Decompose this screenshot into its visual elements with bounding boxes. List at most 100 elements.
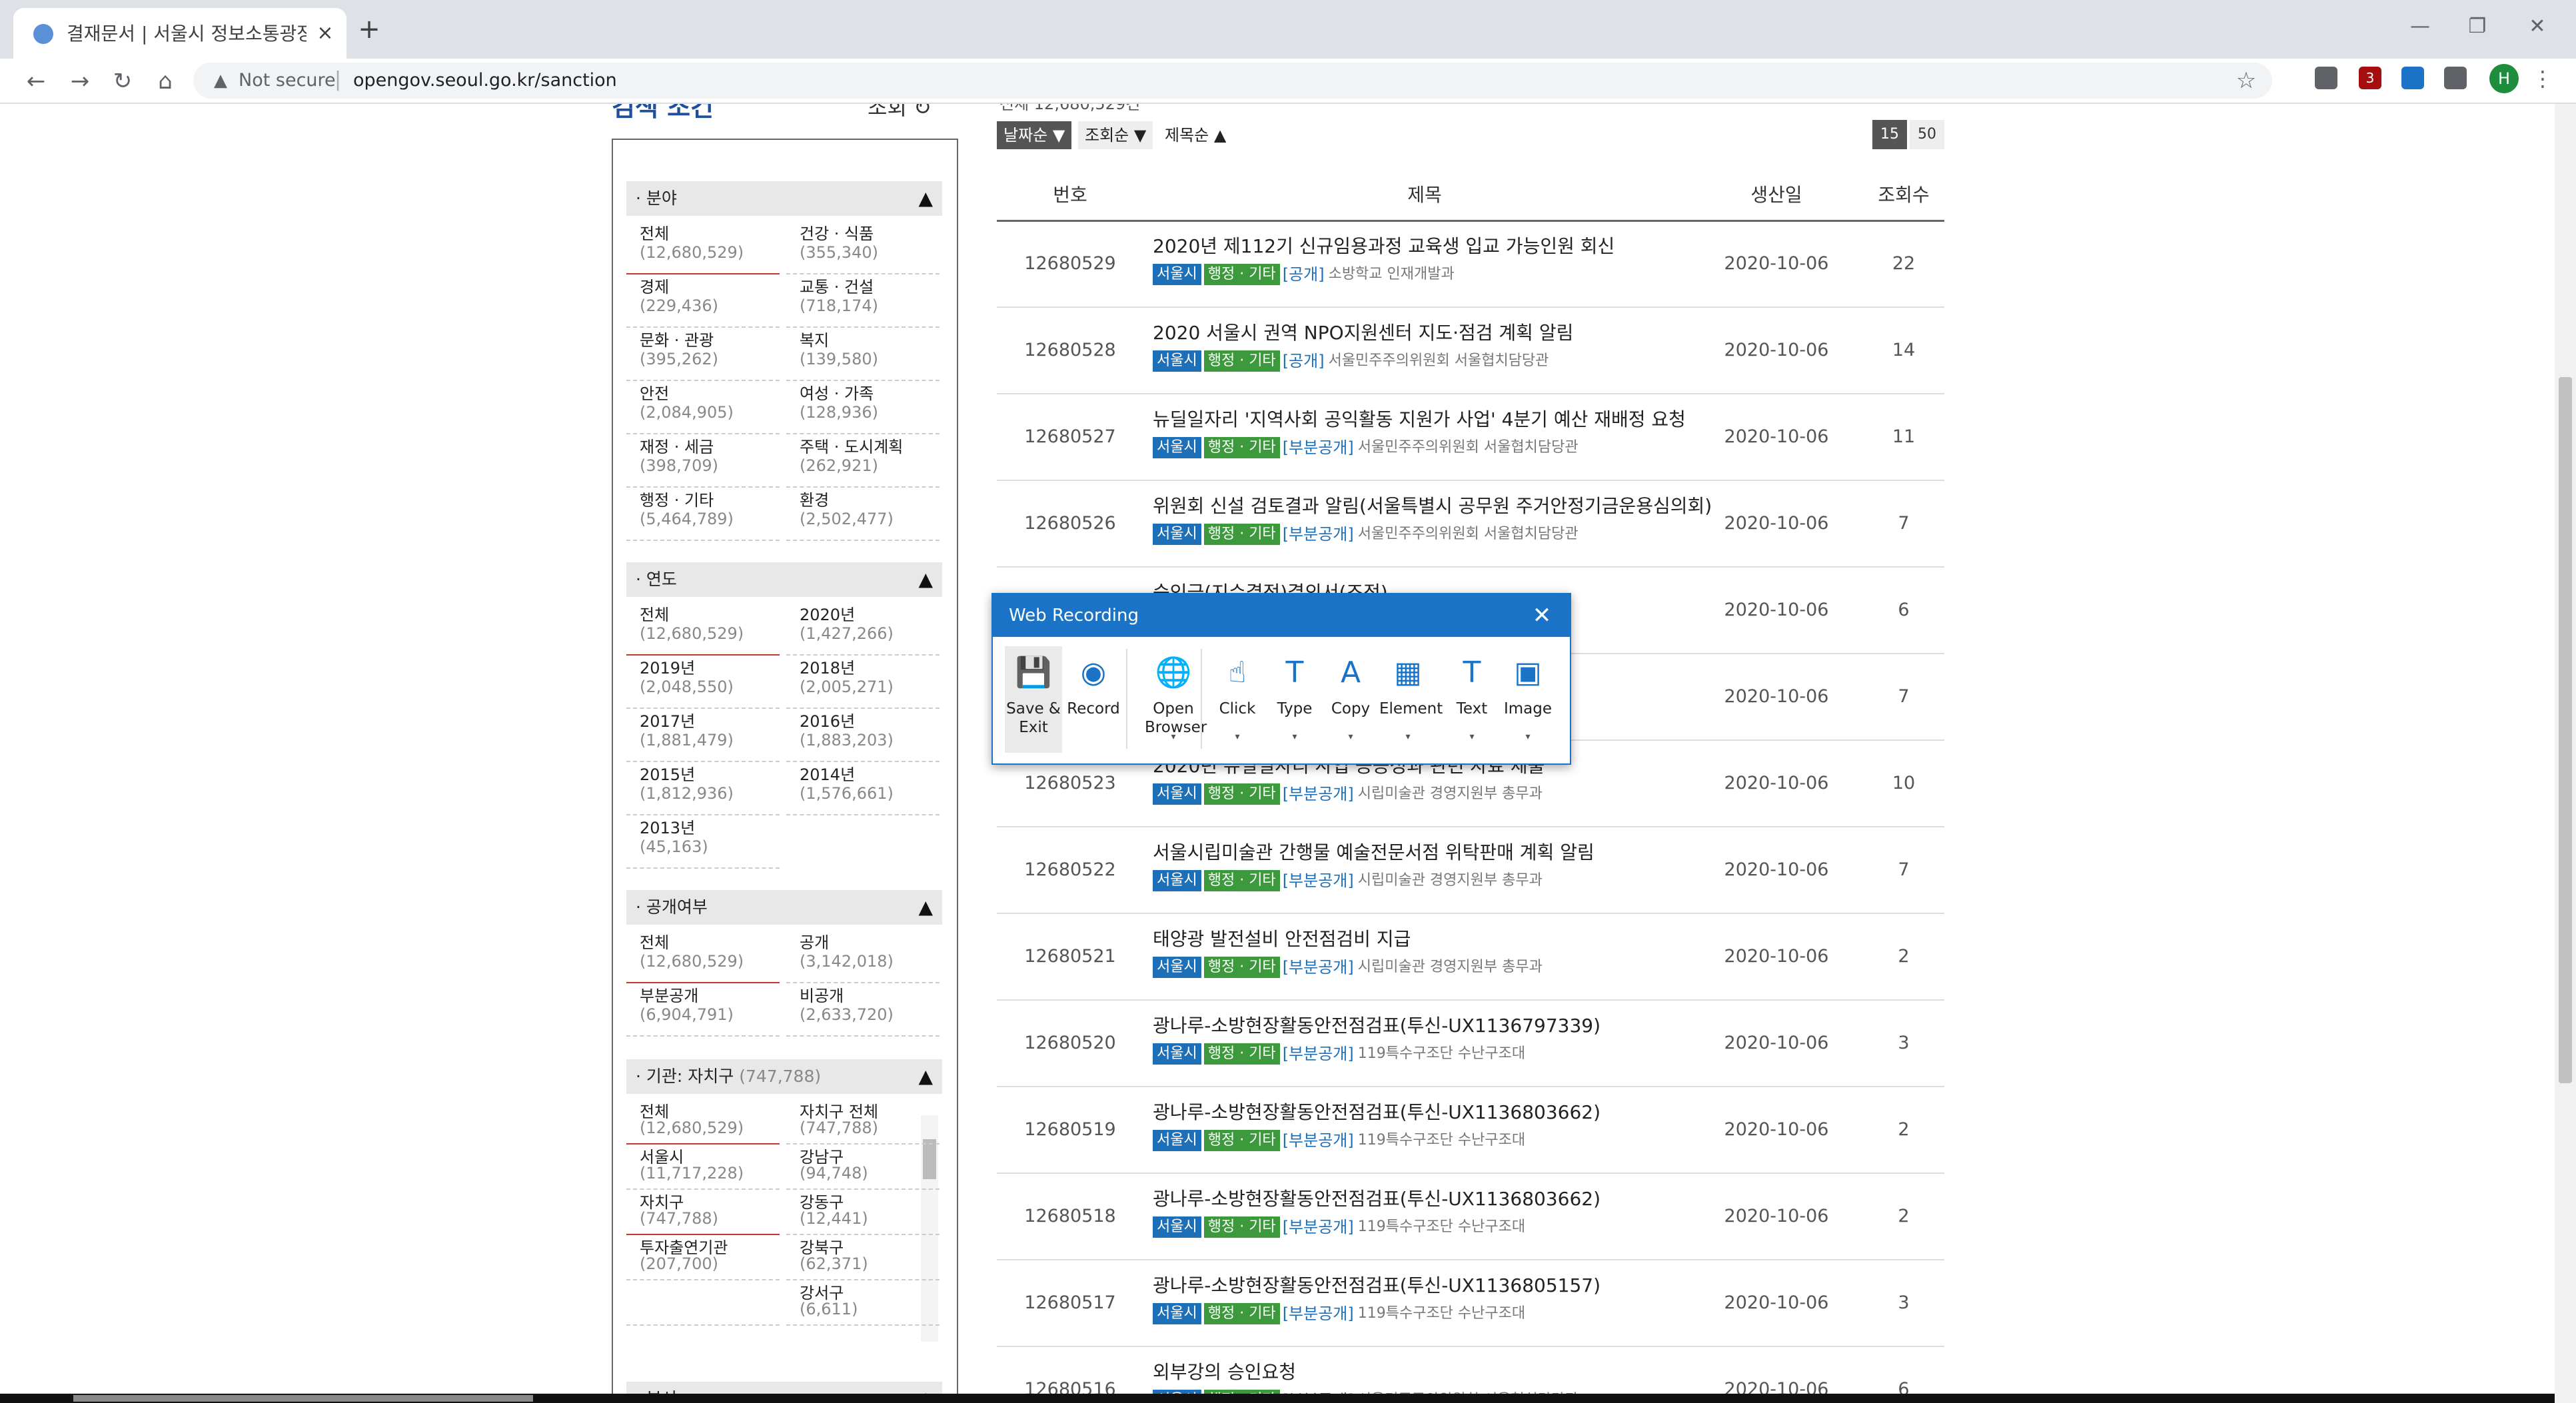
close-icon[interactable]: ✕: [1527, 601, 1557, 630]
filter-option[interactable]: 부분공개 (6,904,791): [626, 982, 780, 1037]
browser-menu-icon[interactable]: ⋮: [2532, 64, 2553, 93]
save-exit-tool-button[interactable]: 💾 Save & Exit: [1005, 646, 1062, 753]
filter-option[interactable]: 자치구 (747,788): [626, 1188, 780, 1235]
web-recording-titlebar[interactable]: Web Recording ✕: [993, 594, 1570, 637]
forward-icon[interactable]: →: [64, 65, 96, 97]
page-size-15-button[interactable]: 15: [1872, 120, 1907, 149]
filter-section-disclosure[interactable]: · 공개여부 ▲: [626, 890, 942, 925]
extensions-puzzle-icon[interactable]: [2444, 67, 2467, 89]
reload-icon[interactable]: ↻: [107, 65, 139, 97]
filter-option[interactable]: 복지 (139,580): [786, 326, 940, 381]
table-row[interactable]: 12680529 2020년 제112기 신규임용과정 교육생 입교 가능인원 회…: [997, 221, 1944, 308]
filter-section-year[interactable]: · 연도 ▲: [626, 562, 942, 597]
filter-option[interactable]: 행정 · 기타 (5,464,789): [626, 486, 780, 541]
filter-option[interactable]: 2019년 (2,048,550): [626, 654, 780, 709]
filter-option[interactable]: 자치구 전체 (747,788): [786, 1098, 940, 1145]
page-size-50-button[interactable]: 50: [1910, 120, 1944, 149]
filter-option[interactable]: 전체 (12,680,529): [626, 220, 780, 274]
filter-option[interactable]: 2016년 (1,883,203): [786, 707, 940, 762]
filter-option[interactable]: 건강 · 식품 (355,340): [786, 220, 940, 274]
table-row[interactable]: 12680527 뉴딜일자리 '지역사회 공익활동 지원가 사업' 4분기 예산 …: [997, 394, 1944, 481]
table-row[interactable]: 12680517 광나루-소방현장활동안전점검표(투신-UX1136805157)…: [997, 1260, 1944, 1347]
record-tool-button[interactable]: ◉ Record: [1065, 646, 1122, 753]
filter-option[interactable]: 공개 (3,142,018): [786, 929, 940, 983]
lookup-button[interactable]: 조회 ↻: [868, 104, 932, 121]
url-text[interactable]: opengov.seoul.go.kr/sanction: [353, 69, 617, 92]
text-tool-button[interactable]: T Text ▾: [1443, 646, 1501, 753]
table-row[interactable]: 12680520 광나루-소방현장활동안전점검표(투신-UX1136797339)…: [997, 1001, 1944, 1087]
sort-by-title-button[interactable]: 제목순 ▲: [1158, 121, 1233, 149]
browser-tab[interactable]: 결재문서 | 서울시 정보소통광장 | ×: [13, 8, 346, 59]
minimize-button[interactable]: —: [2401, 12, 2439, 41]
page-horizontal-scrollbar[interactable]: [0, 1394, 2555, 1403]
restore-button[interactable]: ❐: [2459, 12, 2496, 41]
horizontal-scroll-thumb[interactable]: [73, 1395, 533, 1402]
filter-option[interactable]: 2013년 (45,163): [626, 814, 780, 869]
collapse-arrow-icon[interactable]: ▲: [918, 188, 933, 209]
filter-section-agency[interactable]: · 기관: 자치구 (747,788) ▲: [626, 1059, 942, 1094]
filter-option[interactable]: 여성 · 가족 (128,936): [786, 380, 940, 434]
page-scroll-thumb[interactable]: [2559, 377, 2572, 1083]
dropdown-caret-icon[interactable]: ▾: [1209, 731, 1266, 742]
table-row[interactable]: 12680522 서울시립미술관 간행물 예술전문서점 위탁판매 계획 알림 서울시…: [997, 827, 1944, 914]
image-tool-button[interactable]: ▣ Image ▾: [1499, 646, 1557, 753]
filter-option[interactable]: 강동구 (12,441): [786, 1188, 940, 1235]
filter-option[interactable]: [626, 1279, 780, 1326]
dropdown-caret-icon[interactable]: ▾: [1443, 731, 1501, 742]
type-tool-button[interactable]: T Type ▾: [1266, 646, 1323, 753]
new-tab-button[interactable]: +: [354, 15, 384, 44]
filter-option[interactable]: 2014년 (1,576,661): [786, 761, 940, 815]
extension-uipath-icon[interactable]: [2401, 67, 2424, 89]
filter-option[interactable]: 재정 · 세금 (398,709): [626, 433, 780, 488]
extension-ublock-icon[interactable]: 3: [2359, 67, 2381, 89]
table-row[interactable]: 12680519 광나루-소방현장활동안전점검표(투신-UX1136803662)…: [997, 1087, 1944, 1174]
collapse-arrow-icon[interactable]: ▲: [918, 569, 933, 590]
collapse-arrow-icon[interactable]: ▲: [918, 1066, 933, 1087]
window-close-button[interactable]: ✕: [2519, 12, 2556, 41]
filter-option[interactable]: 전체 (12,680,529): [626, 601, 780, 656]
filter-option[interactable]: 투자출연기관 (207,700): [626, 1234, 780, 1280]
table-row[interactable]: 12680521 태양광 발전설비 안전점검비 지급 서울시 행정 · 기타 [부분공개…: [997, 914, 1944, 1001]
dropdown-caret-icon[interactable]: ▾: [1145, 731, 1202, 742]
sort-by-date-button[interactable]: 날짜순 ▼: [997, 121, 1072, 149]
collapse-arrow-icon[interactable]: ▲: [918, 897, 933, 918]
extension-shield-icon[interactable]: [2315, 67, 2337, 89]
dropdown-caret-icon[interactable]: ▾: [1379, 731, 1437, 742]
bookmark-star-icon[interactable]: ☆: [2234, 68, 2259, 93]
click-tool-button[interactable]: ☝ Click ▾: [1209, 646, 1266, 753]
filter-option[interactable]: 안전 (2,084,905): [626, 380, 780, 434]
filter-option[interactable]: 전체 (12,680,529): [626, 1098, 780, 1145]
dropdown-caret-icon[interactable]: ▾: [1266, 731, 1323, 742]
filter-option[interactable]: 2017년 (1,881,479): [626, 707, 780, 762]
filter-option[interactable]: 교통 · 건설 (718,174): [786, 273, 940, 328]
tab-close-icon[interactable]: ×: [312, 20, 338, 47]
page-vertical-scrollbar[interactable]: [2555, 104, 2576, 1403]
filter-option[interactable]: 2015년 (1,812,936): [626, 761, 780, 815]
back-icon[interactable]: ←: [20, 65, 52, 97]
filter-option[interactable]: 서울시 (11,717,228): [626, 1143, 780, 1190]
dropdown-caret-icon[interactable]: ▾: [1322, 731, 1379, 742]
filter-option[interactable]: 2020년 (1,427,266): [786, 601, 940, 656]
filter-option[interactable]: 주택 · 도시계획 (262,921): [786, 433, 940, 488]
table-row[interactable]: 12680518 광나루-소방현장활동안전점검표(투신-UX1136803662)…: [997, 1174, 1944, 1260]
not-secure-label[interactable]: Not secure: [239, 69, 336, 92]
table-row[interactable]: 12680528 2020 서울시 권역 NPO지원센터 지도·점검 계획 알림 서…: [997, 308, 1944, 394]
sort-by-views-button[interactable]: 조회순 ▼: [1078, 121, 1153, 149]
copy-tool-button[interactable]: A Copy ▾: [1322, 646, 1379, 753]
filter-option[interactable]: 강남구 (94,748): [786, 1143, 940, 1190]
filter-option[interactable]: 2018년 (2,005,271): [786, 654, 940, 709]
filter-option[interactable]: 비공개 (2,633,720): [786, 982, 940, 1037]
filter-option[interactable]: 환경 (2,502,477): [786, 486, 940, 541]
filter-section-field[interactable]: · 분야 ▲: [626, 181, 942, 216]
address-bar[interactable]: ▲ Not secure | opengov.seoul.go.kr/sanct…: [193, 63, 2272, 99]
home-icon[interactable]: ⌂: [149, 65, 181, 97]
table-row[interactable]: 12680526 위원회 신설 검토결과 알림(서울특별시 공무원 주거안정기금운…: [997, 481, 1944, 568]
element-tool-button[interactable]: ▦ Element ▾: [1379, 646, 1443, 753]
open-browser-tool-button[interactable]: 🌐 Open Browser ▾: [1145, 646, 1207, 753]
filter-option[interactable]: 문화 · 관광 (395,262): [626, 326, 780, 381]
filter-option[interactable]: 강북구 (62,371): [786, 1234, 940, 1280]
filter-option[interactable]: 경제 (229,436): [626, 273, 780, 328]
profile-avatar[interactable]: H: [2489, 64, 2519, 93]
filter-option[interactable]: 강서구 (6,611): [786, 1279, 940, 1326]
dropdown-caret-icon[interactable]: ▾: [1499, 731, 1557, 742]
